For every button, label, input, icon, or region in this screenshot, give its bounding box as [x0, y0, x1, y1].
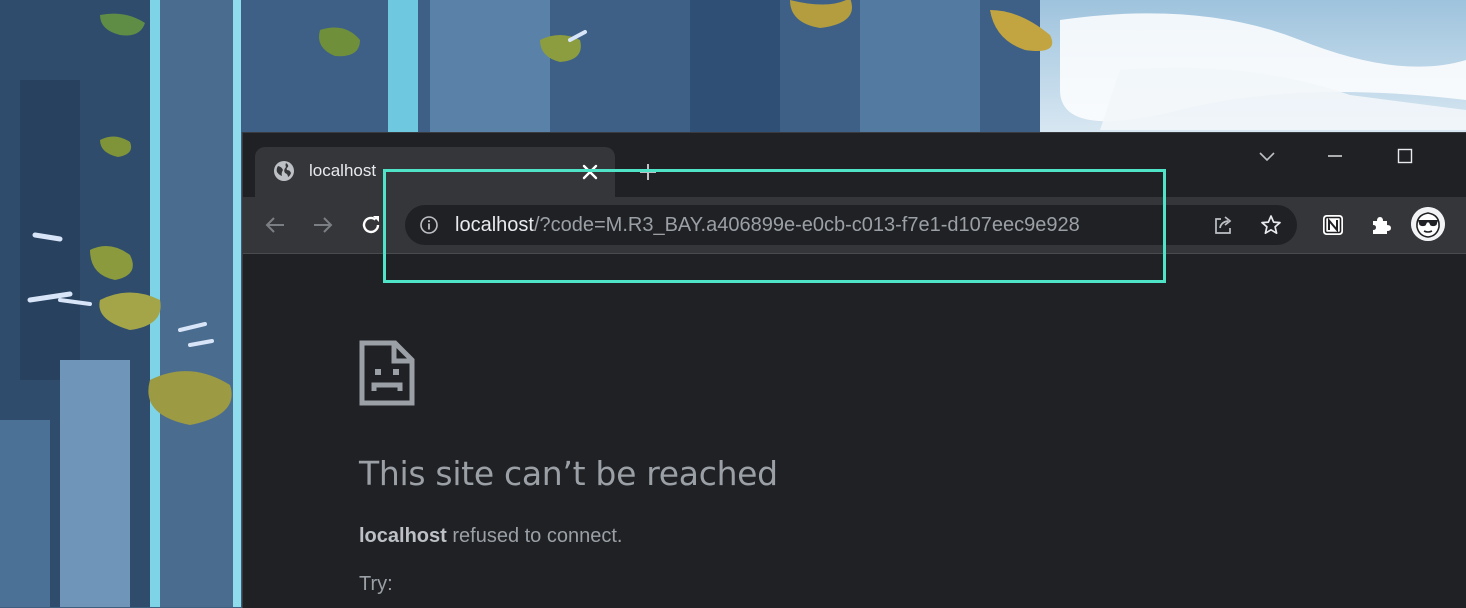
try-label: Try:	[359, 573, 393, 595]
error-host: localhost	[359, 525, 447, 547]
error-page: This site can’t be reached localhost ref…	[243, 254, 1466, 608]
chevron-down-icon	[1259, 152, 1275, 162]
arrow-right-icon	[314, 217, 333, 233]
tab-title: localhost	[309, 161, 377, 180]
error-heading: This site can’t be reached	[359, 454, 778, 493]
avatar	[1411, 207, 1445, 241]
forward-button[interactable]	[307, 209, 339, 241]
highlight-box	[383, 169, 1166, 283]
minimize-button[interactable]	[1315, 141, 1355, 171]
puzzle-icon	[1373, 217, 1391, 234]
extensions-button[interactable]	[1365, 209, 1397, 241]
star-icon[interactable]	[1259, 213, 1283, 237]
minimize-icon	[1328, 155, 1342, 157]
tab-search-button[interactable]	[1247, 141, 1287, 171]
back-button[interactable]	[259, 209, 291, 241]
notion-icon	[1323, 215, 1343, 235]
error-message: localhost refused to connect.	[359, 524, 622, 548]
globe-icon	[274, 161, 294, 181]
share-icon[interactable]	[1211, 213, 1235, 237]
notion-extension-button[interactable]	[1317, 209, 1349, 241]
error-message-text: refused to connect.	[446, 525, 623, 547]
profile-avatar[interactable]	[1411, 207, 1445, 241]
sad-page-icon	[359, 340, 415, 406]
reload-icon	[362, 216, 380, 234]
maximize-icon	[1397, 148, 1413, 164]
arrow-left-icon	[265, 217, 284, 233]
maximize-button[interactable]	[1385, 141, 1425, 171]
